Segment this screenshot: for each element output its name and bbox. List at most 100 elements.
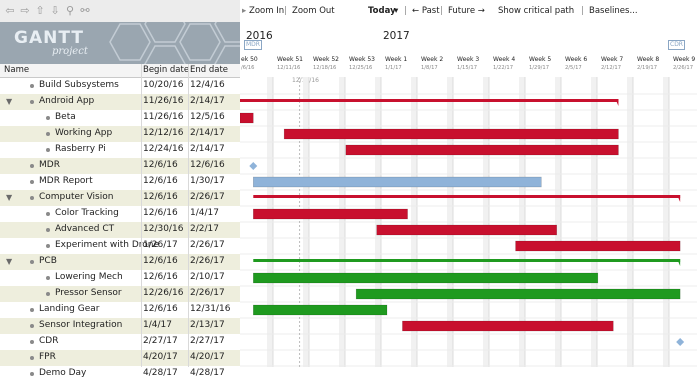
table-row[interactable]: Landing Gear 12/6/16 12/31/16 bbox=[0, 302, 240, 318]
task-end-date[interactable]: 1/4/17 bbox=[190, 208, 219, 218]
task-end-date[interactable]: 2/26/17 bbox=[190, 256, 225, 266]
table-row[interactable]: ▼ PCB 12/6/16 2/26/17 bbox=[0, 254, 240, 270]
arrow-down-icon[interactable]: ⇩ bbox=[49, 5, 61, 17]
zoom-in-button[interactable]: Zoom In bbox=[249, 6, 284, 16]
task-begin-date[interactable]: 1/4/17 bbox=[143, 320, 172, 330]
task-end-date[interactable]: 2/26/17 bbox=[190, 288, 225, 298]
scroll-left-icon[interactable]: ▸ bbox=[242, 6, 246, 16]
task-name[interactable]: Pressor Sensor bbox=[55, 288, 122, 298]
arrow-up-icon[interactable]: ⇧ bbox=[34, 5, 46, 17]
table-row[interactable]: CDR 2/27/17 2/27/17 bbox=[0, 334, 240, 350]
task-name[interactable]: Computer Vision bbox=[39, 192, 113, 202]
task-begin-date[interactable]: 12/6/16 bbox=[143, 192, 178, 202]
bullet-icon bbox=[30, 164, 34, 168]
task-name[interactable]: Build Subsystems bbox=[39, 80, 119, 90]
table-row[interactable]: Build Subsystems 10/20/16 12/4/16 bbox=[0, 78, 240, 94]
table-row[interactable]: ▼ Android App 11/26/16 2/14/17 bbox=[0, 94, 240, 110]
week-column-header: Week 52 12/18/16 bbox=[313, 56, 339, 72]
task-name[interactable]: CDR bbox=[39, 336, 58, 346]
task-name[interactable]: Android App bbox=[39, 96, 94, 106]
arrow-right-icon[interactable]: ⇨ bbox=[19, 5, 31, 17]
link-icon[interactable]: ⚲ bbox=[64, 5, 76, 17]
task-begin-date[interactable]: 12/6/16 bbox=[143, 160, 178, 170]
task-name[interactable]: Lowering Mech bbox=[55, 272, 123, 282]
task-begin-date[interactable]: 4/20/17 bbox=[143, 352, 178, 362]
arrow-left-icon[interactable]: ⇦ bbox=[4, 5, 16, 17]
table-row[interactable]: FPR 4/20/17 4/20/17 bbox=[0, 350, 240, 366]
task-begin-date[interactable]: 10/20/16 bbox=[143, 80, 183, 90]
table-row[interactable]: MDR 12/6/16 12/6/16 bbox=[0, 158, 240, 174]
task-begin-date[interactable]: 2/27/17 bbox=[143, 336, 178, 346]
task-end-date[interactable]: 12/6/16 bbox=[190, 160, 225, 170]
task-name[interactable]: Rasberry Pi bbox=[55, 144, 106, 154]
task-end-date[interactable]: 1/30/17 bbox=[190, 176, 225, 186]
task-name[interactable]: Beta bbox=[55, 112, 76, 122]
collapse-toggle-icon[interactable]: ▼ bbox=[6, 257, 12, 266]
week-label: ek 50 bbox=[241, 56, 258, 63]
table-row[interactable]: Color Tracking 12/6/16 1/4/17 bbox=[0, 206, 240, 222]
table-row[interactable]: Experiment with Drone 1/26/17 2/26/17 bbox=[0, 238, 240, 254]
column-header-begin-date[interactable]: Begin date bbox=[143, 65, 189, 75]
task-begin-date[interactable]: 12/6/16 bbox=[143, 208, 178, 218]
task-end-date[interactable]: 4/28/17 bbox=[190, 368, 225, 378]
task-name[interactable]: Color Tracking bbox=[55, 208, 119, 218]
task-end-date[interactable]: 2/26/17 bbox=[190, 240, 225, 250]
task-begin-date[interactable]: 11/26/16 bbox=[143, 112, 183, 122]
today-button[interactable]: Today bbox=[368, 6, 396, 16]
task-end-date[interactable]: 2/27/17 bbox=[190, 336, 225, 346]
task-end-date[interactable]: 2/10/17 bbox=[190, 272, 225, 282]
baselines-button[interactable]: Baselines... bbox=[589, 6, 638, 16]
task-name[interactable]: Landing Gear bbox=[39, 304, 99, 314]
collapse-toggle-icon[interactable]: ▼ bbox=[6, 97, 12, 106]
unlink-icon[interactable]: ⚯ bbox=[79, 5, 91, 17]
column-header-name[interactable]: Name bbox=[4, 65, 29, 75]
task-name[interactable]: PCB bbox=[39, 256, 57, 266]
table-row[interactable]: Demo Day 4/28/17 4/28/17 bbox=[0, 366, 240, 382]
collapse-toggle-icon[interactable]: ▼ bbox=[6, 193, 12, 202]
task-begin-date[interactable]: 12/30/16 bbox=[143, 224, 183, 234]
table-row[interactable]: Pressor Sensor 12/26/16 2/26/17 bbox=[0, 286, 240, 302]
table-row[interactable]: ▼ Computer Vision 12/6/16 2/26/17 bbox=[0, 190, 240, 206]
past-button[interactable]: ← Past bbox=[412, 6, 440, 16]
task-name[interactable]: MDR bbox=[39, 160, 60, 170]
task-end-date[interactable]: 12/4/16 bbox=[190, 80, 225, 90]
task-begin-date[interactable]: 12/12/16 bbox=[143, 128, 183, 138]
table-row[interactable]: Lowering Mech 12/6/16 2/10/17 bbox=[0, 270, 240, 286]
task-begin-date[interactable]: 4/28/17 bbox=[143, 368, 178, 378]
table-row[interactable]: Advanced CT 12/30/16 2/2/17 bbox=[0, 222, 240, 238]
task-end-date[interactable]: 12/31/16 bbox=[190, 304, 230, 314]
table-row[interactable]: Sensor Integration 1/4/17 2/13/17 bbox=[0, 318, 240, 334]
column-header-end-date[interactable]: End date bbox=[190, 65, 228, 75]
task-begin-date[interactable]: 11/26/16 bbox=[143, 96, 183, 106]
table-row[interactable]: Rasberry Pi 12/24/16 2/14/17 bbox=[0, 142, 240, 158]
task-begin-date[interactable]: 12/6/16 bbox=[143, 304, 178, 314]
task-begin-date[interactable]: 12/26/16 bbox=[143, 288, 183, 298]
task-end-date[interactable]: 12/5/16 bbox=[190, 112, 225, 122]
task-end-date[interactable]: 2/13/17 bbox=[190, 320, 225, 330]
future-button[interactable]: Future → bbox=[448, 6, 485, 16]
task-name[interactable]: Advanced CT bbox=[55, 224, 114, 234]
week-date: 2/5/17 bbox=[565, 65, 582, 71]
zoom-out-button[interactable]: Zoom Out bbox=[292, 6, 335, 16]
chevron-down-icon[interactable]: ▾ bbox=[394, 6, 398, 16]
task-name[interactable]: Demo Day bbox=[39, 368, 86, 378]
task-end-date[interactable]: 4/20/17 bbox=[190, 352, 225, 362]
table-row[interactable]: Working App 12/12/16 2/14/17 bbox=[0, 126, 240, 142]
task-name[interactable]: Working App bbox=[55, 128, 112, 138]
task-end-date[interactable]: 2/2/17 bbox=[190, 224, 219, 234]
task-end-date[interactable]: 2/26/17 bbox=[190, 192, 225, 202]
table-row[interactable]: Beta 11/26/16 12/5/16 bbox=[0, 110, 240, 126]
task-name[interactable]: FPR bbox=[39, 352, 56, 362]
task-end-date[interactable]: 2/14/17 bbox=[190, 144, 225, 154]
critical-path-button[interactable]: Show critical path bbox=[498, 6, 574, 16]
task-begin-date[interactable]: 12/6/16 bbox=[143, 256, 178, 266]
task-end-date[interactable]: 2/14/17 bbox=[190, 128, 225, 138]
task-name[interactable]: Sensor Integration bbox=[39, 320, 122, 330]
task-begin-date[interactable]: 12/6/16 bbox=[143, 176, 178, 186]
task-begin-date[interactable]: 1/26/17 bbox=[143, 240, 178, 250]
task-begin-date[interactable]: 12/24/16 bbox=[143, 144, 183, 154]
task-end-date[interactable]: 2/14/17 bbox=[190, 96, 225, 106]
task-name[interactable]: MDR Report bbox=[39, 176, 93, 186]
table-row[interactable]: MDR Report 12/6/16 1/30/17 bbox=[0, 174, 240, 190]
task-begin-date[interactable]: 12/6/16 bbox=[143, 272, 178, 282]
